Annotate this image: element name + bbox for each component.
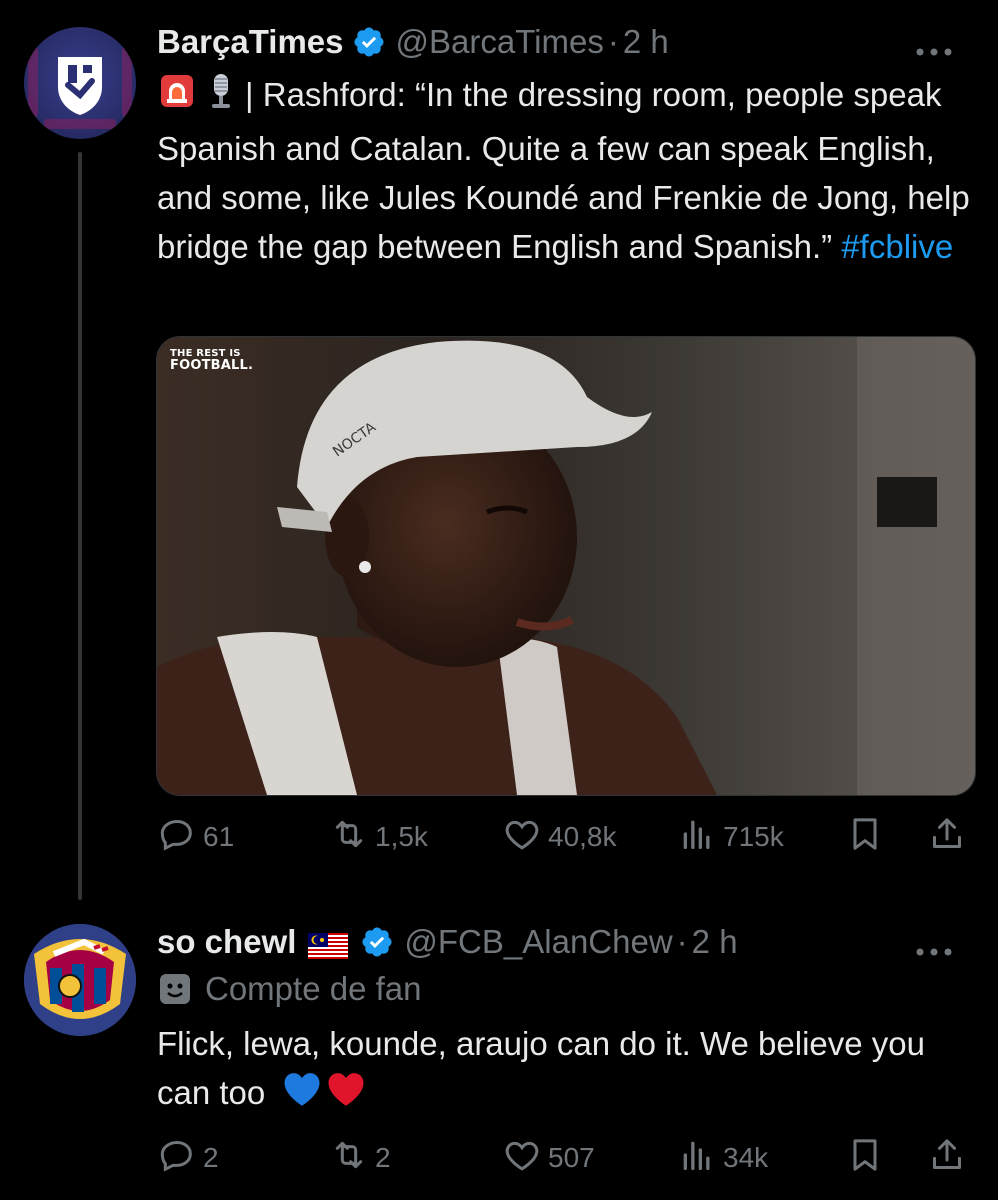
- views-count: 715k: [723, 821, 784, 852]
- barcatimes-logo: [24, 27, 136, 139]
- retweet-icon: [329, 1135, 369, 1182]
- separator-dot: ·: [676, 923, 688, 960]
- siren-icon: [157, 71, 197, 124]
- reply-header: so chewl @FCB_AlanChew · 2 h: [157, 920, 978, 964]
- media-logo-line2: FOOTBALL.: [170, 358, 254, 373]
- reply-count: 61: [203, 821, 235, 852]
- reply-actions: 2 2 507 34k: [157, 1134, 974, 1182]
- thread-line: [78, 152, 82, 900]
- retweet-button[interactable]: 1,5k: [329, 813, 428, 861]
- avatar-barcatimes[interactable]: [24, 27, 136, 139]
- tweet-media-image[interactable]: NOCTA THE REST IS FOOTBALL.: [156, 336, 976, 796]
- tweet-text: | Rashford: “In the dressing room, peopl…: [157, 70, 974, 271]
- tweet-reply-alanchew[interactable]: so chewl @FCB_AlanChew · 2 h Compte de f…: [0, 900, 998, 1200]
- display-name[interactable]: so chewl: [157, 923, 296, 961]
- bookmark-icon: [845, 1135, 885, 1182]
- like-count: 40,8k: [548, 821, 617, 852]
- more-icon[interactable]: [914, 928, 954, 956]
- verified-badge-icon: [360, 925, 394, 959]
- handle[interactable]: @BarcaTimes: [396, 23, 604, 61]
- more-icon[interactable]: [914, 28, 954, 56]
- tweet-barcatimes[interactable]: BarçaTimes @BarcaTimes · 2 h | Rashford:…: [0, 0, 998, 900]
- reply-icon: [157, 814, 197, 861]
- reply-text: Flick, lewa, kounde, araujo can do it. W…: [157, 1019, 974, 1121]
- reply-button[interactable]: 2: [157, 1134, 219, 1182]
- display-name[interactable]: BarçaTimes: [157, 23, 344, 61]
- share-icon: [927, 1135, 967, 1182]
- reply-icon: [157, 1135, 197, 1182]
- fcb-crest-avatar: [24, 924, 136, 1036]
- microphone-icon: [201, 71, 241, 124]
- like-button[interactable]: 40,8k: [502, 813, 617, 861]
- share-button[interactable]: [927, 1134, 967, 1182]
- malaysia-flag-icon: [308, 929, 349, 959]
- rashford-photo: NOCTA: [157, 337, 975, 795]
- like-count: 507: [548, 1142, 595, 1173]
- retweet-icon: [329, 814, 369, 861]
- views-button[interactable]: 34k: [677, 1134, 768, 1182]
- timestamp[interactable]: 2 h: [623, 23, 669, 61]
- hashtag-link[interactable]: #fcblive: [841, 228, 953, 265]
- share-button[interactable]: [927, 813, 967, 861]
- retweet-count: 2: [375, 1142, 391, 1173]
- avatar-alanchew[interactable]: [24, 924, 136, 1036]
- retweet-count: 1,5k: [375, 821, 428, 852]
- red-heart-icon: [326, 1070, 366, 1121]
- views-button[interactable]: 715k: [677, 813, 784, 861]
- reply-text-main: Flick, lewa, kounde, araujo can do it. W…: [157, 1025, 925, 1111]
- timestamp[interactable]: 2 h: [692, 923, 738, 961]
- views-icon: [677, 814, 717, 861]
- views-icon: [677, 1135, 717, 1182]
- media-watermark-logo: THE REST IS FOOTBALL.: [170, 348, 253, 372]
- separator-dot: ·: [607, 23, 619, 60]
- fan-account-label: Compte de fan: [157, 970, 421, 1008]
- bookmark-icon: [845, 814, 885, 861]
- reply-count: 2: [203, 1142, 219, 1173]
- tweet-header: BarçaTimes @BarcaTimes · 2 h: [157, 20, 978, 64]
- retweet-button[interactable]: 2: [329, 1134, 391, 1182]
- bookmark-button[interactable]: [845, 1134, 885, 1182]
- heart-icon: [502, 814, 542, 861]
- blue-heart-icon: [282, 1070, 322, 1121]
- like-button[interactable]: 507: [502, 1134, 595, 1182]
- views-count: 34k: [723, 1142, 769, 1173]
- heart-icon: [502, 1135, 542, 1182]
- fan-label-text: Compte de fan: [205, 970, 422, 1007]
- theater-masks-icon: [157, 971, 193, 1007]
- verified-badge-icon: [352, 25, 386, 59]
- share-icon: [927, 814, 967, 861]
- tweet-actions: 61 1,5k 40,8k 715k: [157, 813, 974, 861]
- handle[interactable]: @FCB_AlanChew: [404, 923, 672, 961]
- bookmark-button[interactable]: [845, 813, 885, 861]
- reply-button[interactable]: 61: [157, 813, 234, 861]
